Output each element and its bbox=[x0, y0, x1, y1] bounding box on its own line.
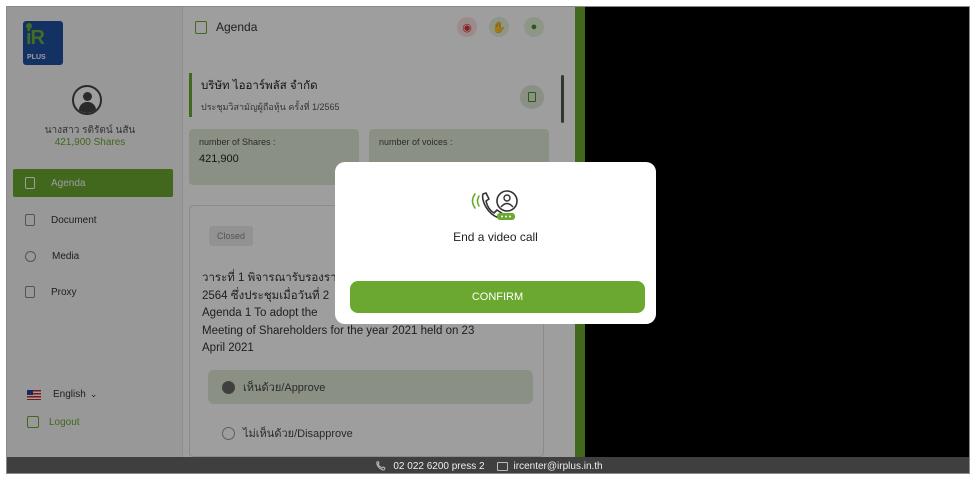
support-email[interactable]: ircenter@irplus.in.th bbox=[514, 461, 603, 472]
dialog-title: End a video call bbox=[453, 230, 538, 244]
mail-icon bbox=[496, 461, 508, 471]
end-video-call-icon bbox=[471, 190, 518, 220]
support-phone: 02 022 6200 press 2 bbox=[393, 460, 485, 472]
confirm-button[interactable]: CONFIRM bbox=[350, 281, 645, 313]
phone-icon bbox=[376, 461, 387, 471]
screen-frame: iR PLUS นางสาว รติรัตน์ นสัน 421,900 Sha… bbox=[6, 6, 970, 474]
footer-bar: 02 022 6200 press 2 ircenter@irplus.in.t… bbox=[7, 457, 969, 473]
end-call-dialog: End a video call CONFIRM bbox=[335, 162, 656, 324]
